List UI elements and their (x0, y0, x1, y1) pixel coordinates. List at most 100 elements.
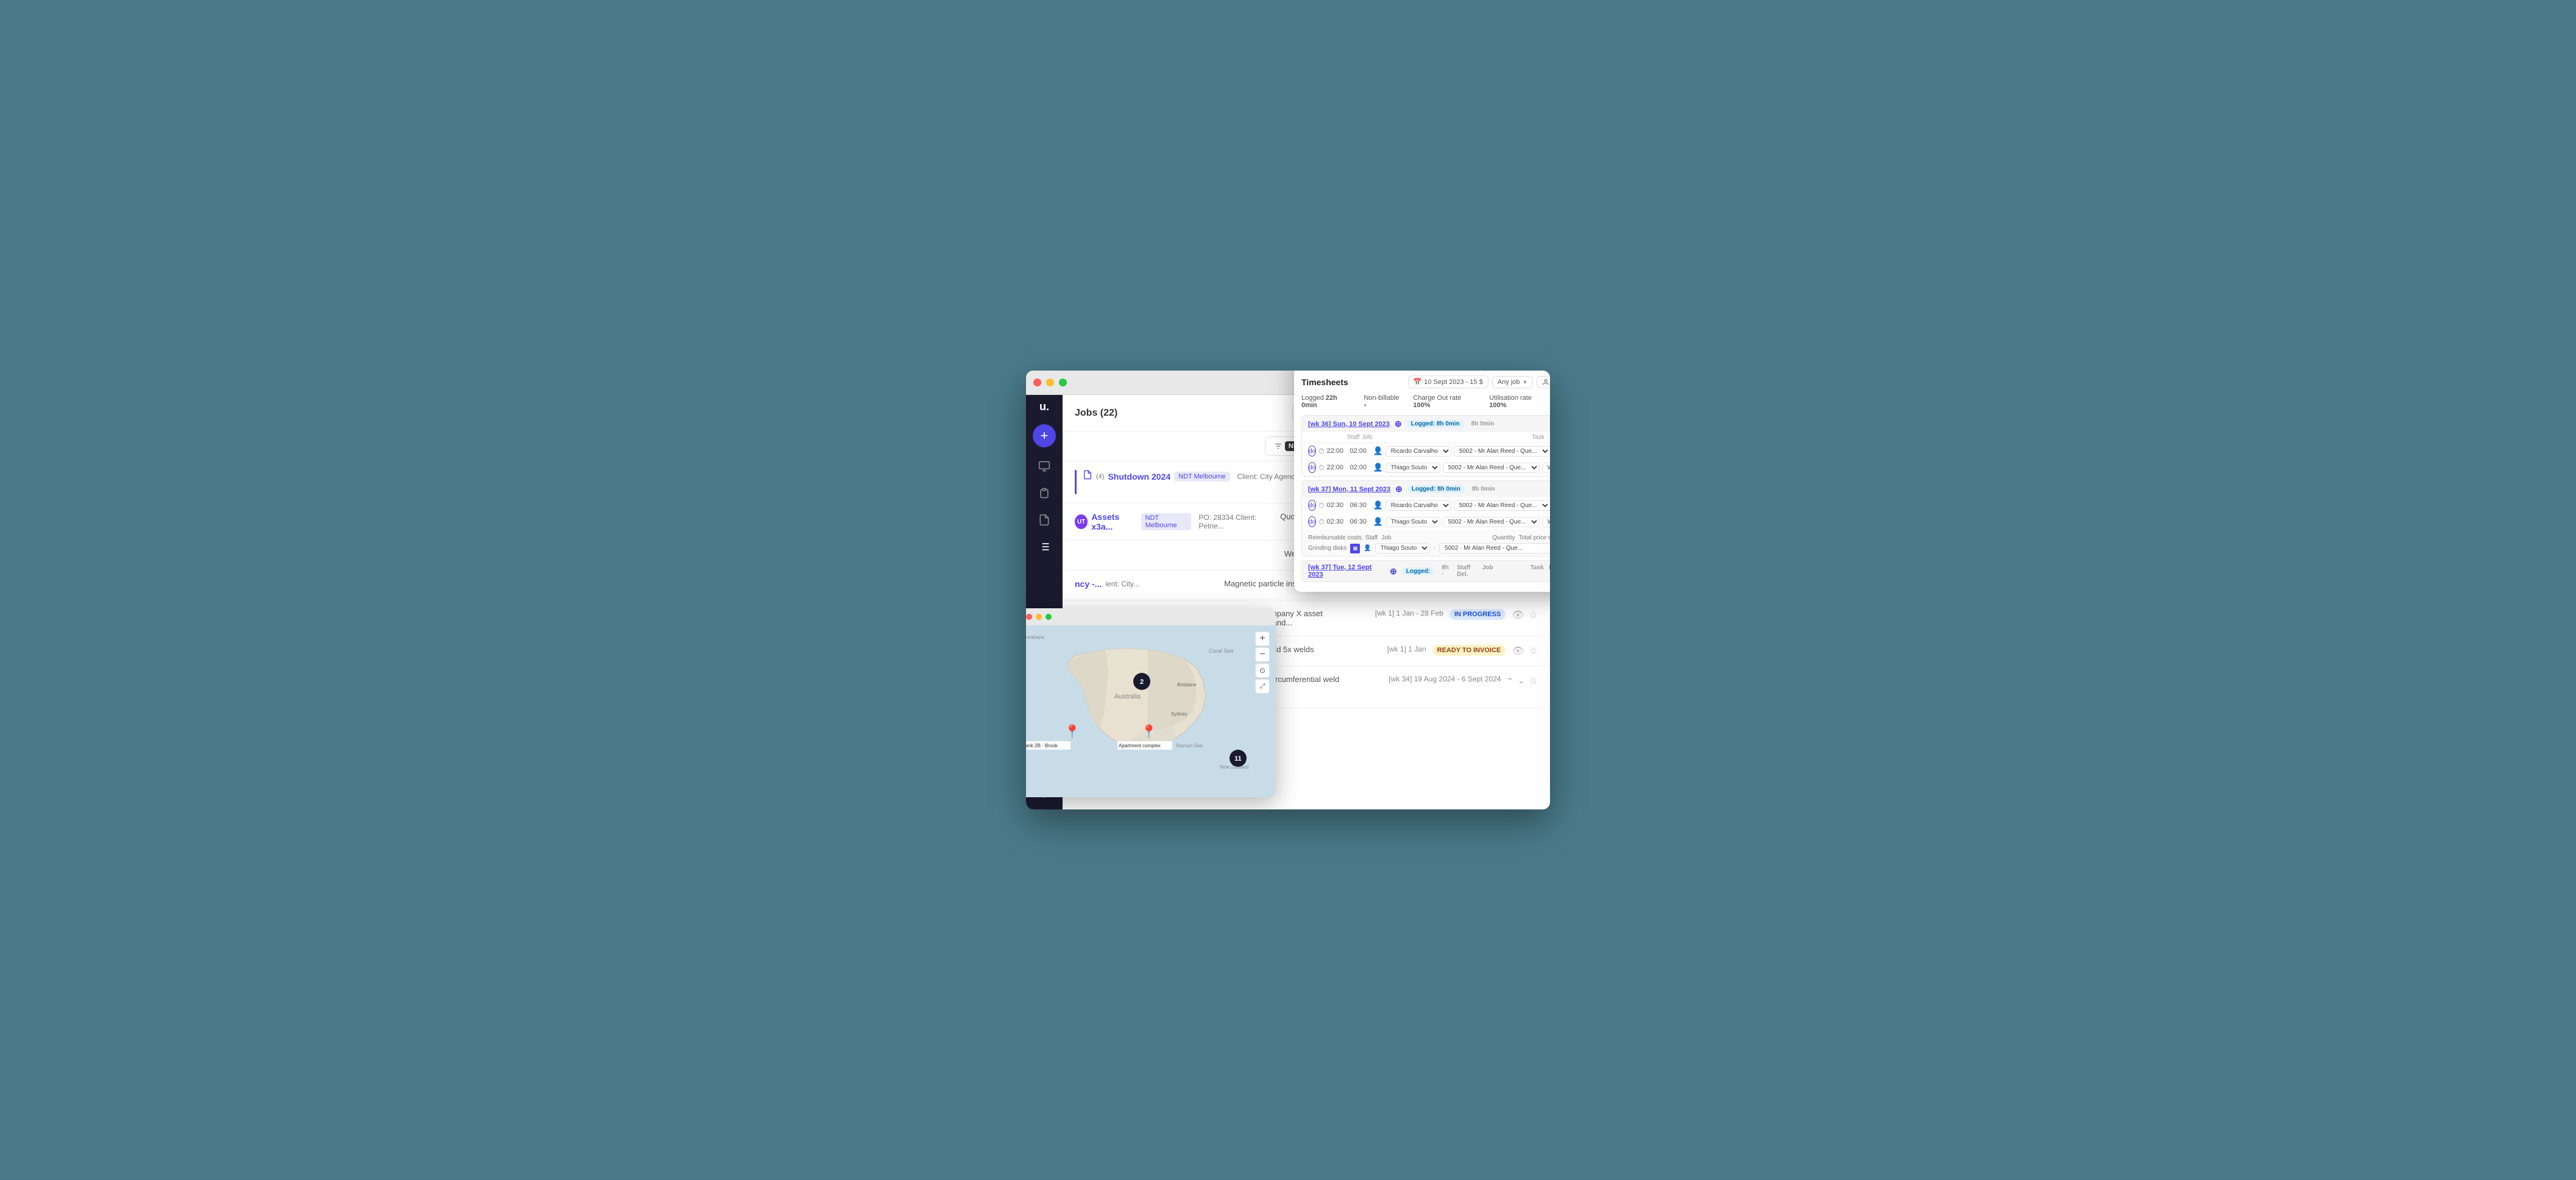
ts-task-select[interactable]: Wel (1542, 463, 1550, 473)
map-controls: + − ⊙ ⤢ (1255, 631, 1270, 694)
staff-icon: 👤 (1373, 446, 1383, 456)
close-button[interactable] (1033, 379, 1041, 386)
add-button[interactable]: + (1033, 424, 1056, 447)
ts-staff-filter[interactable]: Any staff ▼ (1537, 376, 1550, 388)
map-minimize[interactable] (1036, 614, 1042, 620)
staff-icon: 👤 (1373, 463, 1383, 472)
map-layers-button[interactable]: ⊙ (1255, 663, 1270, 678)
grinding-icon: ▦ (1350, 544, 1360, 553)
grinding-job-select[interactable]: 5002 · Mr Alan Reed - Que... (1439, 543, 1550, 553)
ts-week-header-2[interactable]: [wk 37] Mon, 11 Sept 2023 ⊕ Logged: 8h 0… (1302, 481, 1550, 497)
ts-job-select[interactable]: 5002 - Mr Alan Reed - Que... (1454, 446, 1550, 457)
ts-week-block-3: [wk 37] Tue, 12 Sept 2023 ⊕ Logged: 8h ·… (1301, 560, 1550, 582)
star-icon[interactable]: ☆ (1529, 645, 1538, 657)
map-window: Coral Sea Australia Brisbane Sydney Sura… (1026, 608, 1276, 797)
ts-clock-icon: ⏱ (1318, 447, 1324, 456)
ts-week-logged-1: Logged: 8h 0min (1407, 420, 1464, 428)
sidebar-item-clipboard[interactable] (1033, 482, 1056, 505)
svg-text:11: 11 (1234, 755, 1242, 762)
ts-staff-select[interactable]: Thiago Souto (1385, 463, 1440, 473)
job-meta: [wk 34] 19 Aug 2024 - 6 Sept 2024 (1389, 675, 1501, 683)
job-meta: [wk 1] 1 Jan - 28 Feb (1375, 609, 1443, 617)
ts-time-from: 02:30 (1327, 502, 1348, 509)
ts-time-to: 06:30 (1350, 518, 1371, 525)
sidebar-item-monitor[interactable] (1033, 455, 1056, 478)
ts-summary-row: Logged 22h 0min Non-billable ▾ Charge Ou… (1301, 394, 1550, 409)
ts-week-status-1: 8h 0min (1471, 421, 1495, 427)
map-titlebar (1026, 608, 1276, 625)
ts-job-select[interactable]: 5002 - Mr Alan Reed - Que... (1454, 500, 1550, 511)
map-fullscreen-button[interactable]: ⤢ (1255, 679, 1270, 694)
sidebar-item-list[interactable] (1033, 535, 1056, 558)
map-body: Coral Sea Australia Brisbane Sydney Sura… (1026, 625, 1276, 797)
svg-text:Australia: Australia (1114, 693, 1141, 700)
map-close[interactable] (1026, 614, 1032, 620)
ts-row-expand[interactable]: do (1308, 446, 1316, 457)
star-icon[interactable]: ☆ (1529, 609, 1538, 621)
week-label-2: [wk 37] Mon, 11 Sept 2023 (1308, 486, 1390, 493)
ts-week-col-labels: Staff Job Task Billable Edit Del. (1457, 564, 1550, 578)
ts-week-logged-3: Logged: (1402, 567, 1434, 575)
ts-date-filter[interactable]: 📅 10 Sept 2023 - 15 $ (1408, 375, 1488, 388)
reimbursable-staff: Staff (1365, 535, 1378, 541)
reimbursable-qty-label: Quantity (1492, 535, 1515, 541)
grinding-separator: · (1434, 545, 1435, 552)
sidebar-item-doc[interactable] (1033, 508, 1056, 531)
maximize-button[interactable] (1059, 379, 1067, 386)
ts-staff-select[interactable]: Thiago Souto (1385, 517, 1440, 527)
ts-logged-val: 22h 0min (1301, 394, 1337, 409)
ts-job-filter[interactable]: Any job ▼ (1492, 376, 1534, 388)
plus-week-icon-3[interactable]: ⊕ (1390, 566, 1397, 577)
ts-row-expand[interactable]: do (1308, 516, 1316, 527)
ts-col-headers: Staff Job Task Billable Edit Del. (1302, 432, 1550, 443)
timesheet-window: Timesheets 📅 10 Sept 2023 - 15 $ Any job… (1294, 371, 1550, 592)
chevron-up-icon[interactable]: ⌃ (1507, 677, 1513, 685)
col-time (1308, 434, 1345, 441)
map-maximize[interactable] (1046, 614, 1052, 620)
plus-week-icon[interactable]: ⊕ (1395, 419, 1402, 429)
minimize-button[interactable] (1046, 379, 1054, 386)
eye-icon[interactable]: 👁 (1512, 645, 1524, 657)
ts-week-status-2: 8h 0min (1472, 486, 1495, 492)
star-icon[interactable]: ☆ (1529, 675, 1538, 687)
plus-week-icon-2[interactable]: ⊕ (1395, 484, 1403, 494)
ts-staff-select[interactable]: Ricardo Carvalho (1385, 446, 1451, 457)
ts-nonbillable: Non-billable ▾ (1364, 394, 1403, 409)
job-client: Client: City Agency (1237, 472, 1299, 481)
ts-time-to: 02:00 (1350, 464, 1371, 471)
eye-icon[interactable]: 👁 (1512, 609, 1524, 621)
zoom-in-button[interactable]: + (1255, 631, 1270, 646)
staff-icon: 👤 (1373, 500, 1383, 510)
job-title[interactable]: Assets x3a... (1091, 512, 1137, 531)
job-title[interactable]: Shutdown 2024 (1108, 472, 1170, 482)
ts-time-from: 22:00 (1327, 447, 1348, 455)
ts-row-expand[interactable]: do (1308, 462, 1316, 473)
week-label-3: [wk 37] Tue, 12 Sept 2023 (1308, 564, 1385, 578)
ts-job-select[interactable]: 5002 - Mr Alan Reed - Que... (1443, 463, 1540, 473)
grinding-desc: Grinding disks (1308, 545, 1346, 552)
ts-week-header-3[interactable]: [wk 37] Tue, 12 Sept 2023 ⊕ Logged: 8h ·… (1302, 561, 1550, 581)
app-logo: u. (1039, 401, 1049, 412)
reimbursable-job-label: Job (1381, 535, 1391, 541)
grinding-staff-select[interactable]: Thiago Souto (1375, 543, 1430, 553)
ut-badge: UT (1075, 514, 1088, 529)
ts-week-logged-2: Logged: 8h 0min (1407, 485, 1465, 493)
svg-text:Tank 2B - Brook: Tank 2B - Brook (1026, 743, 1058, 748)
ts-week-header-1[interactable]: [wk 36] Sun, 10 Sept 2023 ⊕ Logged: 8h 0… (1302, 416, 1550, 432)
job-title[interactable]: ncy -... (1075, 579, 1102, 589)
ts-row-expand[interactable]: do (1308, 500, 1316, 511)
ts-clock-icon: ⏱ (1318, 501, 1324, 510)
ts-utilisation: Utilisation rate 100% (1489, 394, 1550, 409)
zoom-out-button[interactable]: − (1255, 647, 1270, 662)
job-accent (1075, 470, 1077, 494)
chevron-down-icon[interactable]: ⌄ (1518, 677, 1524, 685)
ts-task-select[interactable]: Wel (1542, 517, 1550, 527)
week-label-1: [wk 36] Sun, 10 Sept 2023 (1308, 421, 1390, 428)
svg-text:Sydney: Sydney (1171, 711, 1187, 717)
ts-timesheet-row: do ⏱ 02:30 06:30 👤 Thiago Souto 5002 - M… (1302, 514, 1550, 530)
svg-text:📍: 📍 (1141, 724, 1157, 739)
staff-icon: 👤 (1373, 517, 1383, 527)
job-client: PO: 28334 Client: Petrie... (1198, 513, 1274, 530)
ts-staff-select[interactable]: Ricardo Carvalho (1385, 500, 1451, 511)
ts-job-select[interactable]: 5002 - Mr Alan Reed - Que... (1443, 517, 1540, 527)
